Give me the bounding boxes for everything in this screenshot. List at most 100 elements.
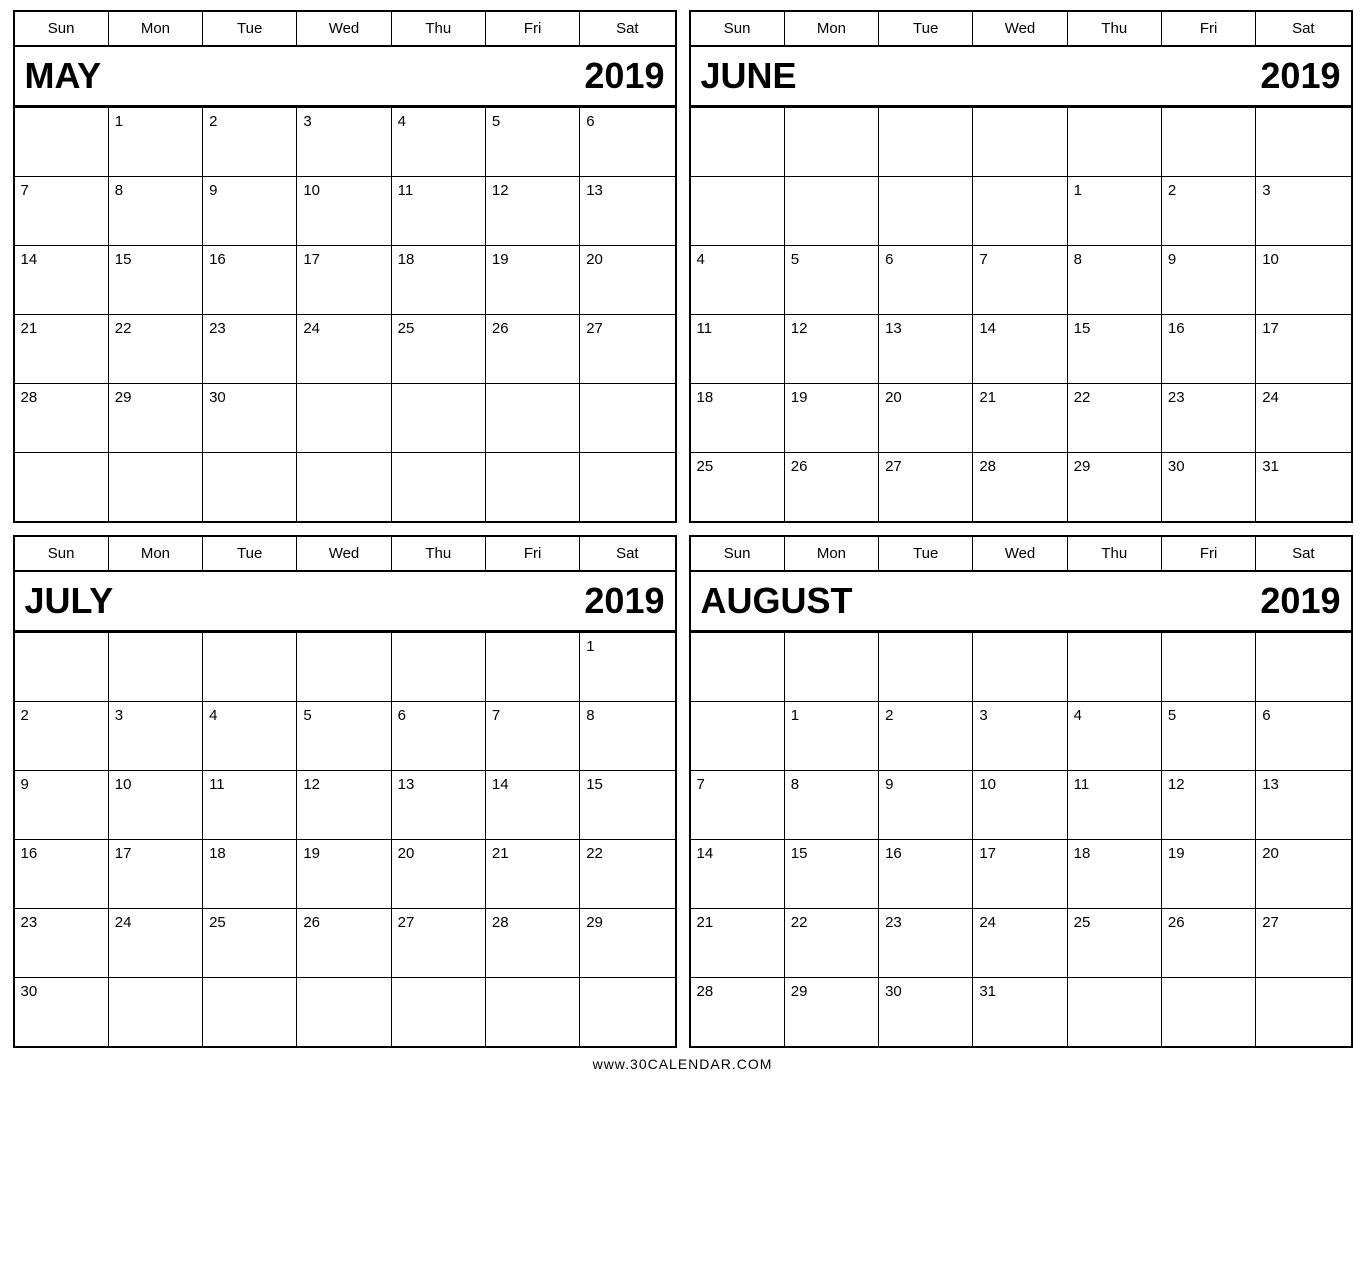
day-cell: 16 — [15, 840, 109, 908]
empty-day-cell — [691, 108, 785, 176]
day-cell: 18 — [203, 840, 297, 908]
month-name: AUGUST — [701, 580, 853, 622]
day-cell: 27 — [1256, 909, 1350, 977]
day-cell: 14 — [15, 246, 109, 314]
day-names-row: SunMonTueWedThuFriSat — [15, 12, 675, 47]
day-name-sun: Sun — [15, 12, 109, 45]
day-cell: 8 — [785, 771, 879, 839]
day-cell: 22 — [580, 840, 674, 908]
day-cell: 8 — [580, 702, 674, 770]
day-cell: 3 — [1256, 177, 1350, 245]
week-row: 21222324252627 — [15, 314, 675, 383]
day-cell: 25 — [1068, 909, 1162, 977]
empty-day-cell — [691, 177, 785, 245]
day-cell: 31 — [973, 978, 1067, 1046]
week-row: 123456 — [15, 107, 675, 176]
day-cell: 13 — [879, 315, 973, 383]
day-cell: 13 — [1256, 771, 1350, 839]
day-cell: 31 — [1256, 453, 1350, 521]
day-cell: 18 — [691, 384, 785, 452]
day-cell: 3 — [109, 702, 203, 770]
empty-day-cell — [15, 108, 109, 176]
day-cell: 1 — [109, 108, 203, 176]
day-cell: 11 — [1068, 771, 1162, 839]
day-cell: 23 — [879, 909, 973, 977]
day-name-wed: Wed — [297, 537, 391, 570]
day-cell: 23 — [15, 909, 109, 977]
day-cell: 14 — [486, 771, 580, 839]
day-cell: 7 — [691, 771, 785, 839]
empty-day-cell — [1068, 978, 1162, 1046]
day-cell: 9 — [203, 177, 297, 245]
week-row: 14151617181920 — [15, 245, 675, 314]
day-cell: 21 — [15, 315, 109, 383]
empty-day-cell — [486, 453, 580, 521]
empty-day-cell — [785, 177, 879, 245]
month-name: MAY — [25, 55, 102, 97]
week-row: 25262728293031 — [691, 452, 1351, 521]
day-cell: 29 — [785, 978, 879, 1046]
day-name-thu: Thu — [392, 537, 486, 570]
month-year-row: JULY2019 — [15, 572, 675, 632]
day-cell: 17 — [297, 246, 391, 314]
day-name-mon: Mon — [785, 12, 879, 45]
day-cell: 11 — [392, 177, 486, 245]
year-label: 2019 — [1260, 55, 1340, 97]
day-cell: 29 — [1068, 453, 1162, 521]
day-name-wed: Wed — [297, 12, 391, 45]
week-row: 1 — [15, 632, 675, 701]
day-cell: 30 — [879, 978, 973, 1046]
day-cell: 13 — [580, 177, 674, 245]
day-cell: 26 — [486, 315, 580, 383]
week-row: 16171819202122 — [15, 839, 675, 908]
day-cell: 4 — [1068, 702, 1162, 770]
calendar-grid: 1234567891011121314151617181920212223242… — [691, 632, 1351, 1046]
day-cell: 10 — [1256, 246, 1350, 314]
empty-day-cell — [1256, 108, 1350, 176]
day-cell: 29 — [580, 909, 674, 977]
day-cell: 7 — [973, 246, 1067, 314]
day-cell: 19 — [785, 384, 879, 452]
day-cell: 2 — [1162, 177, 1256, 245]
day-cell: 3 — [297, 108, 391, 176]
calendar-july-2019: SunMonTueWedThuFriSatJULY201912345678910… — [13, 535, 677, 1048]
empty-day-cell — [1256, 978, 1350, 1046]
day-name-sun: Sun — [15, 537, 109, 570]
day-cell: 29 — [109, 384, 203, 452]
week-row: 78910111213 — [15, 176, 675, 245]
day-cell: 21 — [973, 384, 1067, 452]
day-cell: 24 — [1256, 384, 1350, 452]
week-row: 28293031 — [691, 977, 1351, 1046]
empty-day-cell — [691, 633, 785, 701]
week-row: 14151617181920 — [691, 839, 1351, 908]
empty-day-cell — [15, 453, 109, 521]
day-cell: 13 — [392, 771, 486, 839]
day-cell: 23 — [203, 315, 297, 383]
empty-day-cell — [580, 384, 674, 452]
day-name-mon: Mon — [785, 537, 879, 570]
day-name-thu: Thu — [392, 12, 486, 45]
day-cell: 6 — [1256, 702, 1350, 770]
empty-day-cell — [785, 108, 879, 176]
day-cell: 5 — [486, 108, 580, 176]
empty-day-cell — [1068, 633, 1162, 701]
calendar-may-2019: SunMonTueWedThuFriSat MAY 2019 123456789101… — [13, 10, 677, 523]
day-cell: 2 — [203, 108, 297, 176]
empty-day-cell — [1256, 633, 1350, 701]
year-label: 2019 — [1260, 580, 1340, 622]
day-cell: 8 — [109, 177, 203, 245]
day-cell: 9 — [1162, 246, 1256, 314]
calendar-june-2019: SunMonTueWedThuFriSatJUNE201912345678910… — [689, 10, 1353, 523]
day-cell: 9 — [879, 771, 973, 839]
day-cell: 27 — [392, 909, 486, 977]
day-name-fri: Fri — [1162, 537, 1256, 570]
empty-day-cell — [879, 177, 973, 245]
week-row — [15, 452, 675, 521]
week-row: 11121314151617 — [691, 314, 1351, 383]
empty-day-cell — [297, 384, 391, 452]
empty-day-cell — [203, 633, 297, 701]
year-label: 2019 — [584, 55, 664, 97]
week-row: 18192021222324 — [691, 383, 1351, 452]
week-row: 123456 — [691, 701, 1351, 770]
day-name-tue: Tue — [203, 12, 297, 45]
